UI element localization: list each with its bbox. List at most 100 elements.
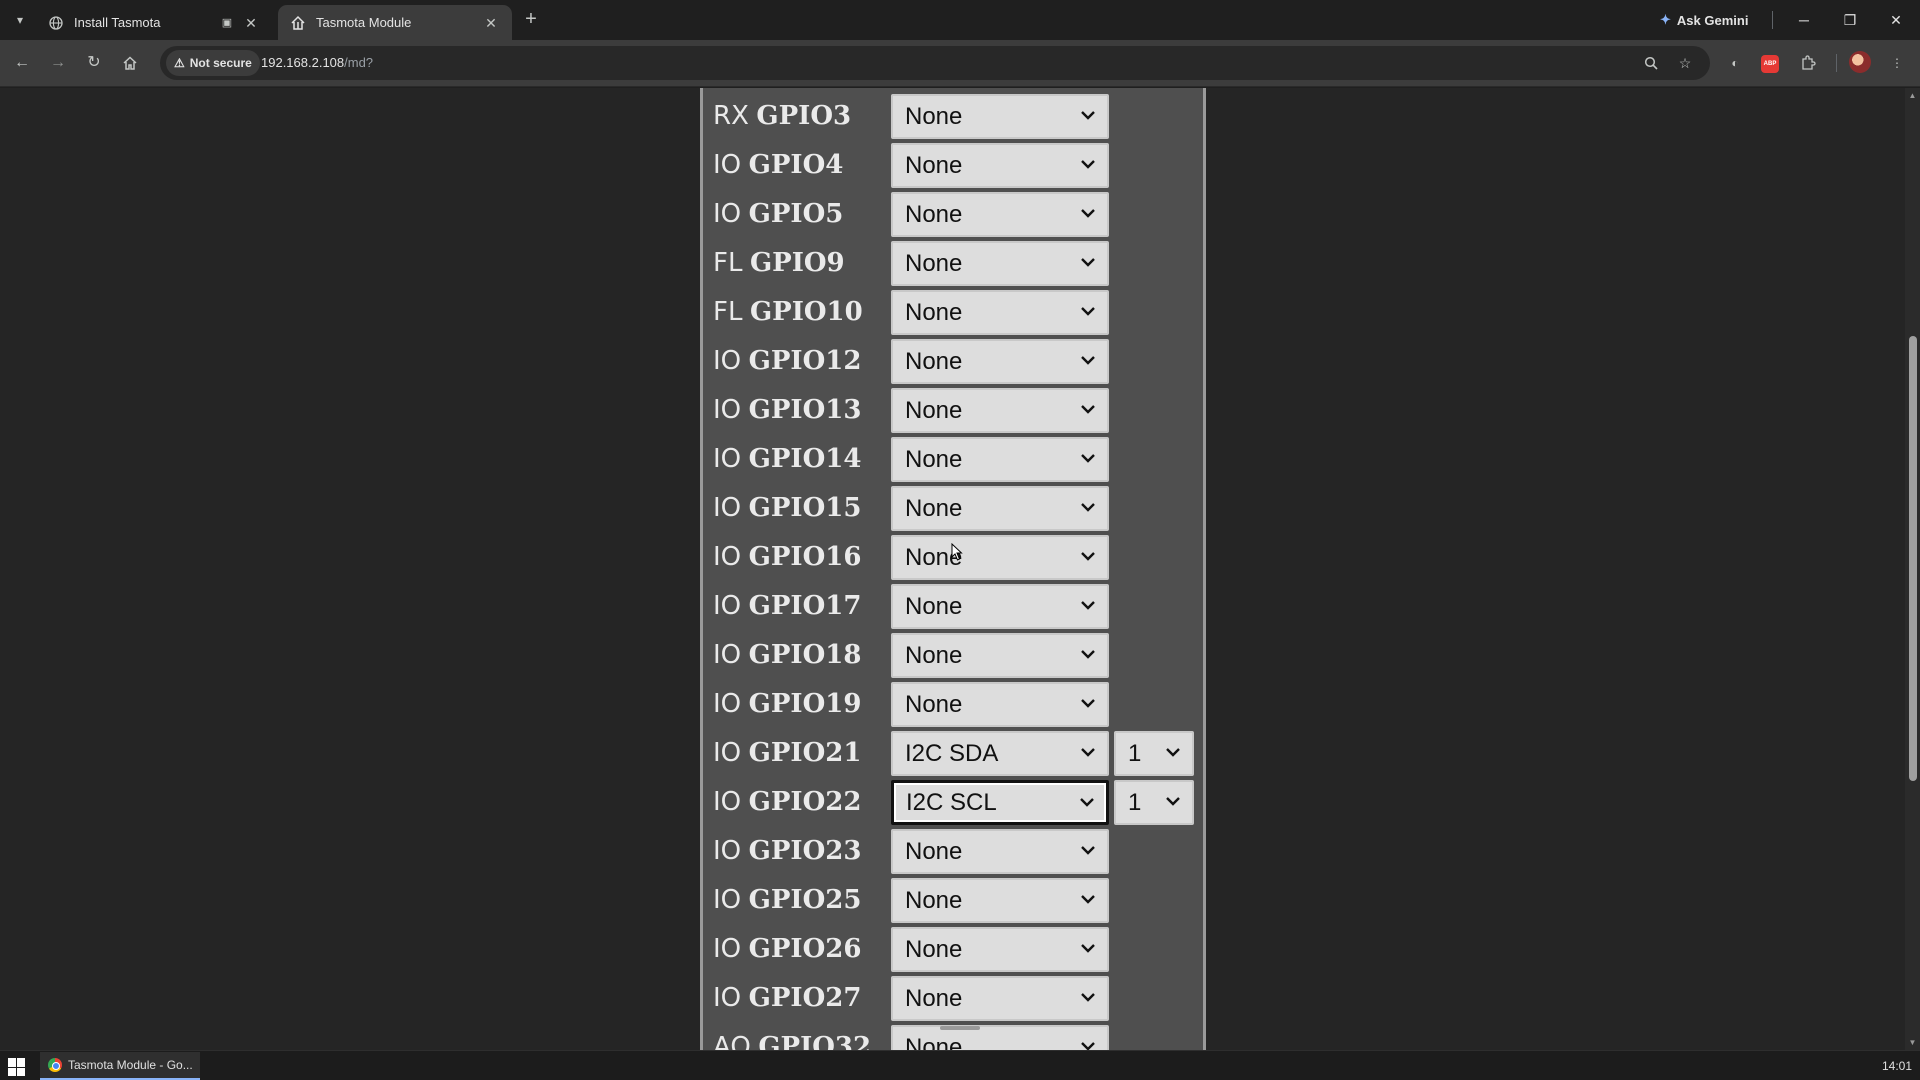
gpio-function-select[interactable]: None: [891, 682, 1109, 727]
gpio-pin-label: FL GPIO10: [713, 296, 863, 327]
home-icon[interactable]: [118, 51, 142, 75]
bookmark-star-icon[interactable]: ☆: [1674, 52, 1696, 74]
gpio-pin-label: AO GPIO32: [713, 1031, 871, 1050]
tab-install-tasmota[interactable]: Install Tasmota ▣ ✕: [36, 5, 272, 40]
gpio-function-select[interactable]: None: [891, 437, 1109, 482]
reload-icon[interactable]: ↻: [82, 51, 106, 75]
address-bar[interactable]: ⚠ Not secure 192.168.2.108/md? ☆: [160, 46, 1710, 80]
windows-taskbar: Tasmota Module - Go... 14:01: [0, 1050, 1920, 1080]
gpio-pin-type: IO: [713, 640, 742, 670]
tab-search-chevron-icon[interactable]: ▾: [8, 8, 32, 32]
gpio-function-select[interactable]: None: [891, 878, 1109, 923]
gpio-pin-name: GPIO10: [749, 297, 863, 327]
gpio-pin-name: GPIO14: [748, 444, 862, 474]
gpio-function-select[interactable]: None: [891, 339, 1109, 384]
divider: [1772, 11, 1773, 29]
warning-triangle-icon: ⚠: [174, 56, 185, 70]
tab-tasmota-module[interactable]: Tasmota Module ✕: [278, 5, 512, 40]
gpio-index-value: 1: [1128, 788, 1142, 816]
gpio-function-select[interactable]: None: [891, 976, 1109, 1021]
gpio-function-select[interactable]: None: [891, 241, 1109, 286]
windows-start-icon[interactable]: [8, 1058, 26, 1076]
gpio-pin-type: IO: [713, 493, 742, 523]
chevron-down-icon: [1081, 307, 1095, 316]
chevron-down-icon: [1166, 797, 1180, 806]
divider: [1836, 54, 1837, 72]
browser-toolbar: ← → ↻ ⚠ Not secure 192.168.2.108/md? ☆ ◐…: [0, 40, 1920, 87]
gpio-pin-label: IO GPIO15: [713, 492, 861, 523]
gpio-function-select[interactable]: None: [891, 388, 1109, 433]
profile-avatar[interactable]: [1849, 51, 1871, 73]
gpio-pin-type: IO: [713, 738, 742, 768]
url-text[interactable]: 192.168.2.108/md?: [261, 55, 373, 70]
gpio-pin-label: IO GPIO12: [713, 345, 861, 376]
minimize-icon[interactable]: ─: [1792, 8, 1816, 32]
gpio-row: IO GPIO17 None: [703, 582, 1203, 631]
close-window-icon[interactable]: ✕: [1884, 8, 1908, 32]
gpio-pin-label: IO GPIO21: [713, 737, 861, 768]
chevron-down-icon: [1081, 209, 1095, 218]
gpio-pin-name: GPIO12: [748, 346, 862, 376]
gpio-pin-label: IO GPIO22: [713, 786, 861, 817]
browser-menu-icon[interactable]: ⋮: [1885, 51, 1909, 75]
gpio-row: IO GPIO27 None: [703, 974, 1203, 1023]
gpio-pin-label: IO GPIO13: [713, 394, 861, 425]
gpio-pin-type: IO: [713, 787, 742, 817]
close-tab-icon[interactable]: ✕: [242, 14, 260, 32]
gpio-pin-name: GPIO25: [748, 885, 862, 915]
gpio-function-select[interactable]: None: [891, 486, 1109, 531]
page-scrollbar[interactable]: ▲ ▼: [1905, 88, 1920, 1050]
adblock-plus-icon[interactable]: ABP: [1761, 55, 1779, 73]
ask-gemini-button[interactable]: ✦ Ask Gemini: [1660, 9, 1748, 31]
restore-icon[interactable]: ❐: [1838, 8, 1862, 32]
gpio-config-panel: RX GPIO3 None IO GPIO4 None IO GPIO5 None FL G…: [700, 88, 1206, 1050]
gpio-function-select[interactable]: None: [891, 829, 1109, 874]
gpio-pin-type: AO: [713, 1032, 751, 1050]
extensions-puzzle-icon[interactable]: [1796, 51, 1820, 75]
taskbar-chrome-window[interactable]: Tasmota Module - Go...: [40, 1052, 200, 1080]
gpio-function-value: None: [905, 102, 963, 130]
gpio-function-select[interactable]: None: [891, 633, 1109, 678]
gpio-function-value: None: [905, 690, 963, 718]
url-host: 192.168.2.108: [261, 55, 345, 70]
gpio-row: FL GPIO9 None: [703, 239, 1203, 288]
gpio-pin-type: IO: [713, 836, 742, 866]
gpio-function-value: None: [905, 592, 963, 620]
gpio-pin-name: GPIO9: [749, 248, 845, 278]
split-view-icon[interactable]: ▣: [218, 14, 236, 32]
extension-shield-icon[interactable]: ◐: [1723, 51, 1747, 75]
gpio-function-select[interactable]: None: [891, 290, 1109, 335]
site-security-chip[interactable]: ⚠ Not secure: [166, 50, 260, 76]
gpio-pin-label: IO GPIO17: [713, 590, 861, 621]
chevron-down-icon: [1166, 748, 1180, 757]
chevron-down-icon: [1081, 1042, 1095, 1050]
ask-gemini-label: Ask Gemini: [1676, 12, 1749, 28]
scroll-up-arrow-icon[interactable]: ▲: [1908, 91, 1917, 100]
gpio-function-select[interactable]: None: [891, 192, 1109, 237]
gpio-function-select[interactable]: None: [891, 94, 1109, 139]
gpio-function-select[interactable]: None: [891, 584, 1109, 629]
chevron-down-icon: [1081, 258, 1095, 267]
gpio-index-select[interactable]: 1: [1114, 780, 1194, 825]
close-tab-icon[interactable]: ✕: [482, 14, 500, 32]
chevron-down-icon: [1081, 552, 1095, 561]
gpio-row: IO GPIO21 I2C SDA 1: [703, 729, 1203, 778]
gpio-function-value: None: [905, 396, 963, 424]
gpio-function-select[interactable]: None: [891, 535, 1109, 580]
gpio-pin-label: FL GPIO9: [713, 247, 845, 278]
forward-arrow-icon[interactable]: →: [46, 51, 70, 75]
gpio-function-select[interactable]: None: [891, 1025, 1109, 1050]
zoom-icon[interactable]: [1640, 52, 1662, 74]
scrollbar-thumb[interactable]: [1909, 336, 1917, 781]
back-arrow-icon[interactable]: ←: [10, 51, 34, 75]
scroll-down-arrow-icon[interactable]: ▼: [1908, 1038, 1917, 1047]
new-tab-plus-icon[interactable]: +: [519, 8, 543, 32]
gpio-function-select[interactable]: I2C SDA: [891, 731, 1109, 776]
gpio-index-select[interactable]: 1: [1114, 731, 1194, 776]
gpio-function-select[interactable]: None: [891, 927, 1109, 972]
gpio-function-select[interactable]: None: [891, 143, 1109, 188]
gpio-pin-name: GPIO4: [748, 150, 844, 180]
gpio-function-select[interactable]: I2C SCL: [891, 780, 1109, 825]
gpio-function-value: None: [905, 984, 963, 1012]
gpio-pin-type: FL: [713, 297, 743, 327]
